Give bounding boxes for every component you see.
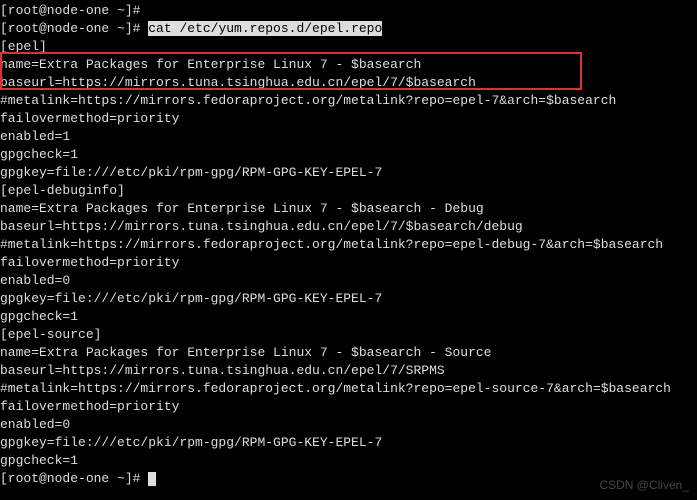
output-line: [epel-source] xyxy=(0,326,697,344)
output-line: gpgcheck=1 xyxy=(0,452,697,470)
output-line: failovermethod=priority xyxy=(0,110,697,128)
prompt-command-line: [root@node-one ~]# cat /etc/yum.repos.d/… xyxy=(0,20,697,38)
prompt: [root@node-one ~]# xyxy=(0,471,148,486)
output-line: baseurl=https://mirrors.tuna.tsinghua.ed… xyxy=(0,218,697,236)
output-line: name=Extra Packages for Enterprise Linux… xyxy=(0,200,697,218)
output-line: gpgkey=file:///etc/pki/rpm-gpg/RPM-GPG-K… xyxy=(0,434,697,452)
cursor-icon xyxy=(148,472,156,486)
output-line: enabled=1 xyxy=(0,128,697,146)
output-line: [epel-debuginfo] xyxy=(0,182,697,200)
prompt-prev: [root@node-one ~]# xyxy=(0,2,697,20)
output-line: name=Extra Packages for Enterprise Linux… xyxy=(0,344,697,362)
output-line: failovermethod=priority xyxy=(0,254,697,272)
output-line: #metalink=https://mirrors.fedoraproject.… xyxy=(0,92,697,110)
output-line: enabled=0 xyxy=(0,272,697,290)
output-line: #metalink=https://mirrors.fedoraproject.… xyxy=(0,380,697,398)
output-line: baseurl=https://mirrors.tuna.tsinghua.ed… xyxy=(0,74,697,92)
prompt: [root@node-one ~]# xyxy=(0,21,148,36)
prompt-current[interactable]: [root@node-one ~]# xyxy=(0,470,697,488)
output-line: baseurl=https://mirrors.tuna.tsinghua.ed… xyxy=(0,362,697,380)
output-line: [epel] xyxy=(0,38,697,56)
command-text: cat /etc/yum.repos.d/epel.repo xyxy=(148,21,382,36)
output-line: #metalink=https://mirrors.fedoraproject.… xyxy=(0,236,697,254)
output-line: gpgkey=file:///etc/pki/rpm-gpg/RPM-GPG-K… xyxy=(0,164,697,182)
output-line: gpgcheck=1 xyxy=(0,308,697,326)
output-line: name=Extra Packages for Enterprise Linux… xyxy=(0,56,697,74)
output-line: enabled=0 xyxy=(0,416,697,434)
output-line: gpgkey=file:///etc/pki/rpm-gpg/RPM-GPG-K… xyxy=(0,290,697,308)
output-line: failovermethod=priority xyxy=(0,398,697,416)
watermark: CSDN @Cliven_ xyxy=(599,476,689,494)
output-line: gpgcheck=1 xyxy=(0,146,697,164)
